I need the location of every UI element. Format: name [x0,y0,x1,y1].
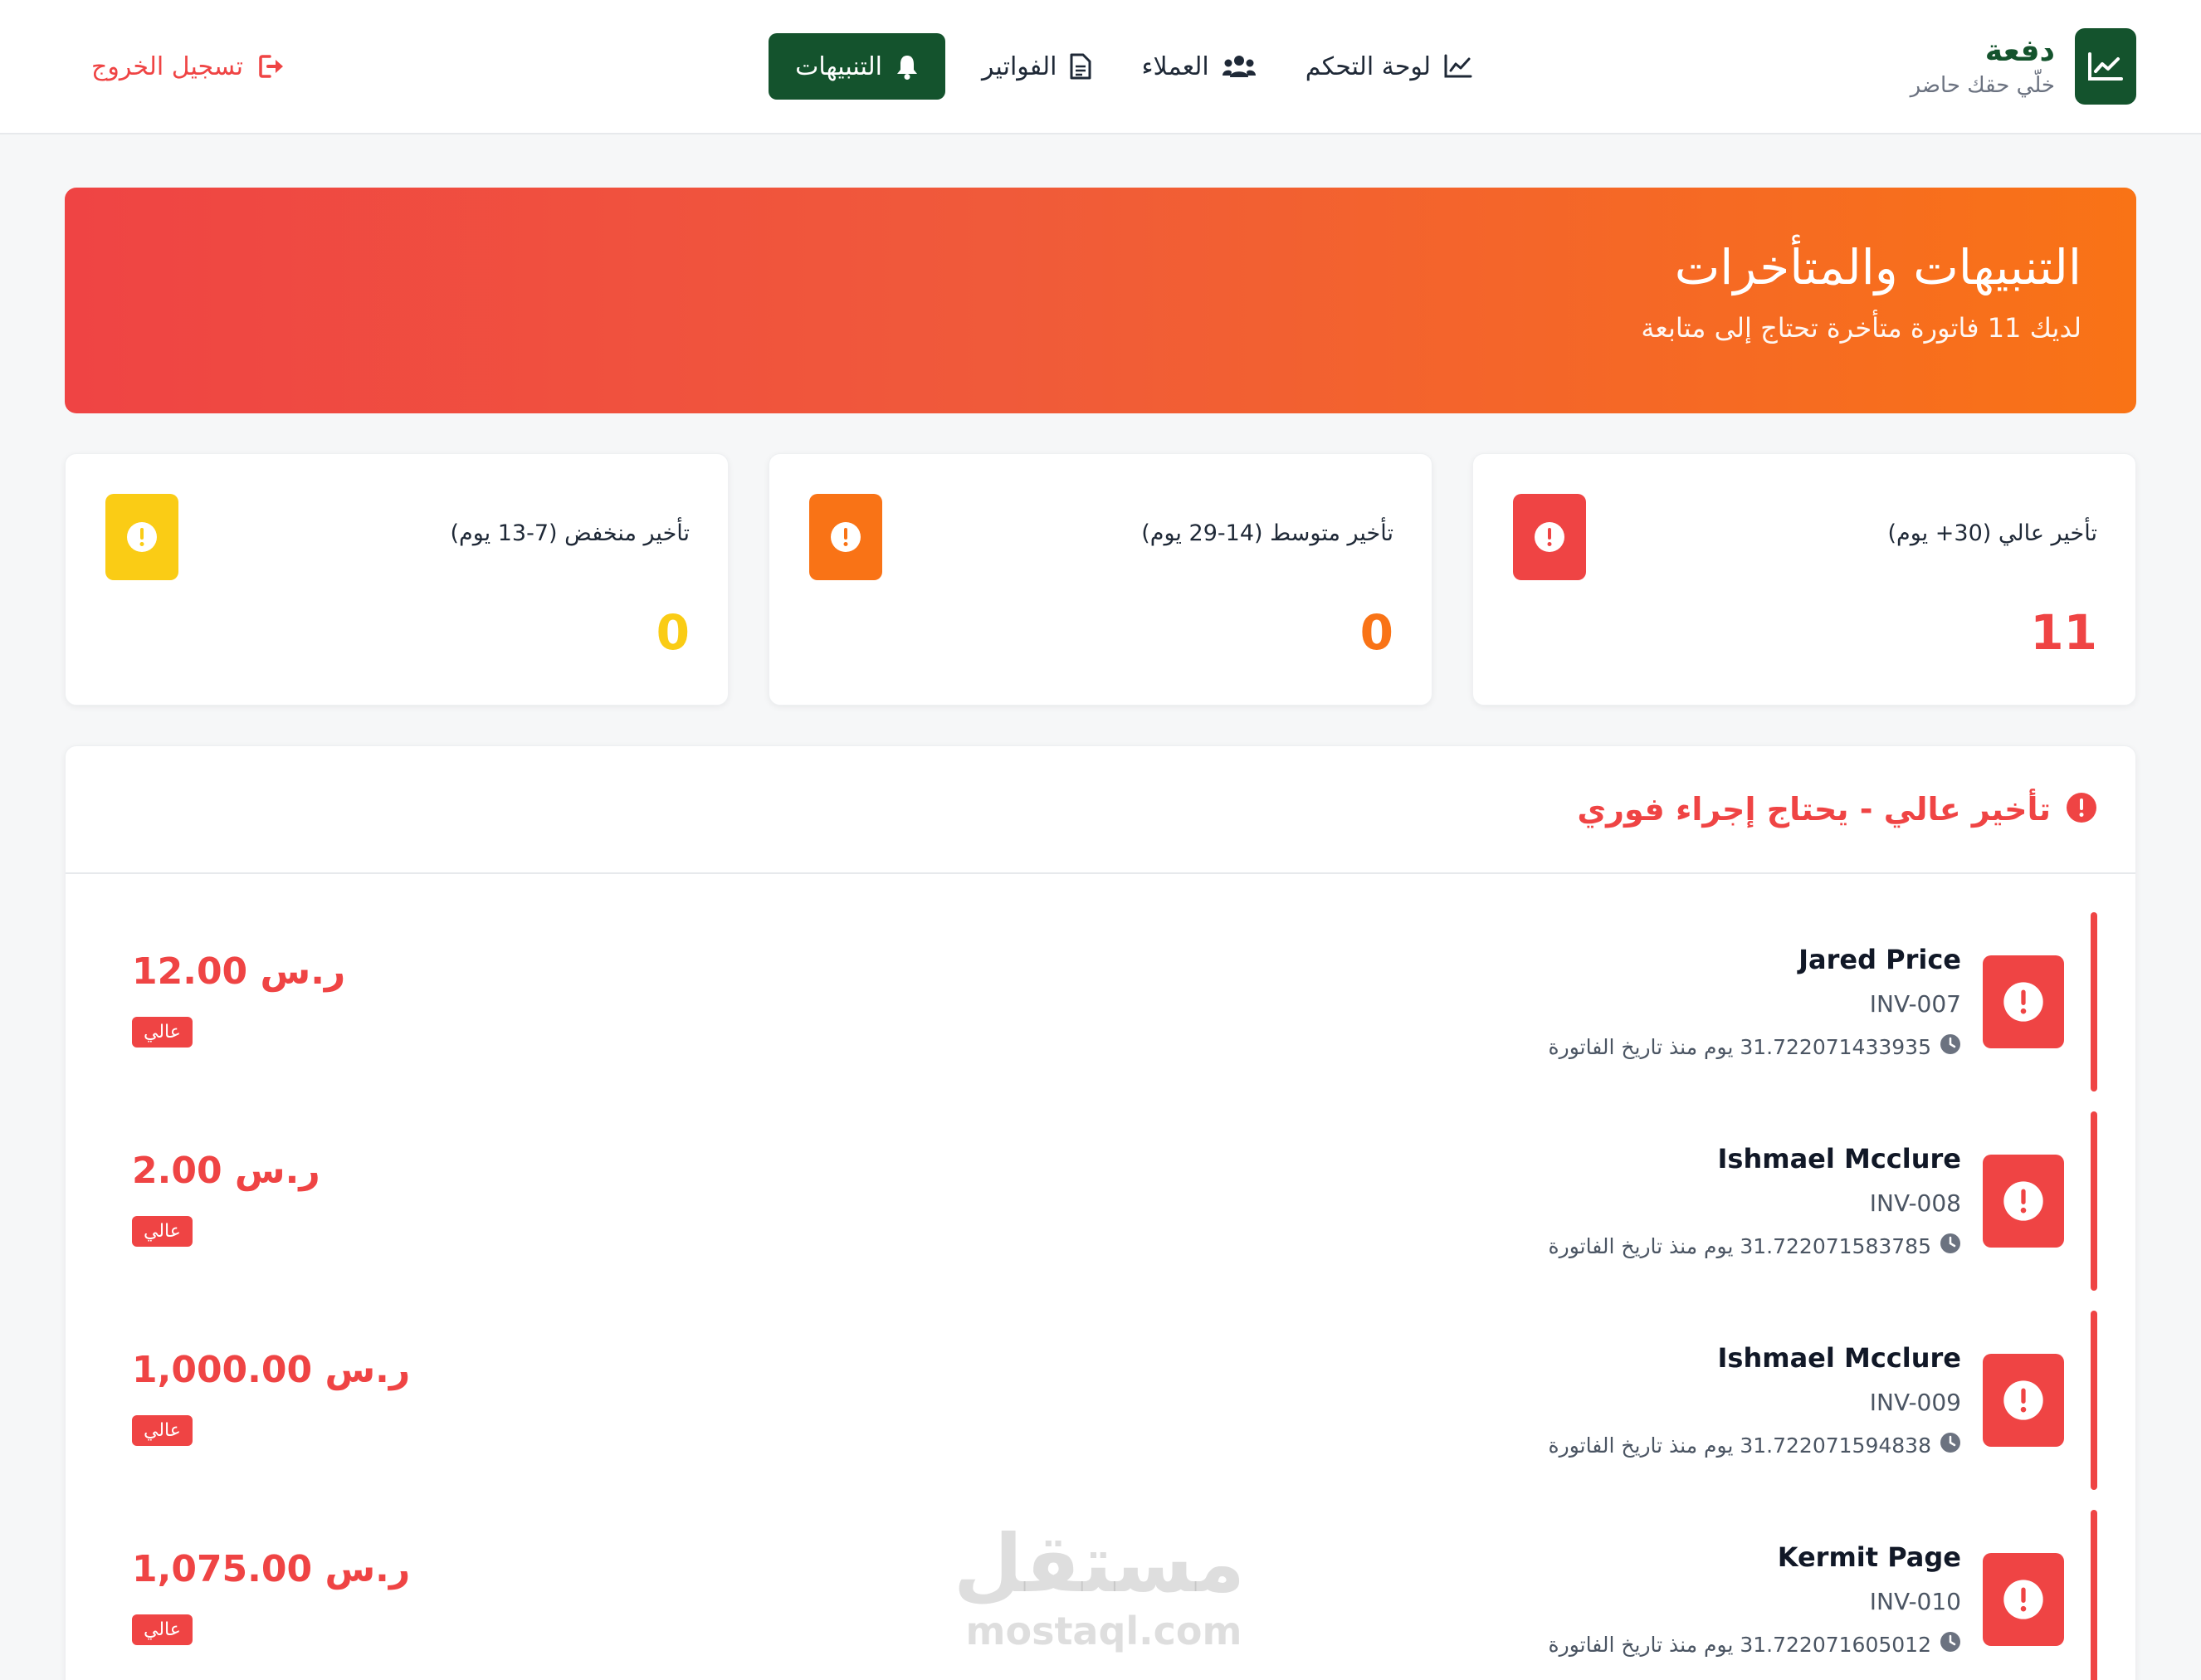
days-overdue-text: 31.722071594838 يوم منذ تاريخ الفاتورة [1548,1433,1931,1458]
invoice-number[interactable]: INV-007 [1870,990,1961,1018]
exclamation-circle-icon [105,494,178,580]
client-name[interactable]: Jared Price [1798,944,1961,975]
severity-bar [2091,912,2097,1092]
nav-clients[interactable]: العملاء [1116,33,1280,100]
stat-label: تأخير عالي (30+ يوم) [1887,520,2097,546]
invoice-number[interactable]: INV-010 [1870,1588,1961,1615]
bell-icon [896,53,919,80]
invoice-amount: 2.00 ر.س [132,1150,320,1192]
exclamation-circle-icon [1513,494,1586,580]
section-header: تأخير عالي - يحتاج إجراء فوري [66,746,2135,874]
stat-label: تأخير متوسط (14-29 يوم) [1141,520,1393,546]
clock-icon [1940,1631,1961,1658]
exclamation-circle-icon [1983,955,2064,1048]
days-overdue: 31.722071583785 يوم منذ تاريخ الفاتورة [1549,1233,1961,1259]
chart-line-icon [1444,54,1472,79]
clock-icon [1940,1033,1961,1060]
exclamation-circle-icon [809,494,882,580]
exclamation-circle-icon [2066,792,2097,827]
days-overdue-text: 31.722071605012 يوم منذ تاريخ الفاتورة [1548,1632,1931,1657]
list-item[interactable]: Jared Price INV-007 31.722071433935 يوم … [66,912,2135,1092]
list-item[interactable]: Ishmael Mcclure INV-008 31.722071583785 … [66,1111,2135,1291]
exclamation-circle-icon [1983,1155,2064,1248]
days-overdue: 31.722071594838 يوم منذ تاريخ الفاتورة [1549,1432,1961,1458]
nav-invoices-label: الفواتير [982,51,1057,81]
stat-value: 11 [2030,604,2097,661]
stat-value: 0 [656,604,690,661]
invoice-amount: 1,075.00 ر.س [132,1548,411,1590]
stat-card-high: تأخير عالي (30+ يوم) 11 [1472,453,2136,706]
logout-button[interactable]: تسجيل الخروج [91,33,286,100]
exclamation-circle-icon [1983,1354,2064,1447]
days-overdue-text: 31.722071433935 يوم منذ تاريخ الفاتورة [1548,1034,1931,1059]
list-item[interactable]: Ishmael Mcclure INV-009 31.722071594838 … [66,1311,2135,1490]
invoice-amount: 12.00 ر.س [132,950,346,993]
severity-bar [2091,1311,2097,1490]
document-icon [1070,53,1091,80]
stat-value: 0 [1359,604,1393,661]
nav-dashboard[interactable]: لوحة التحكم [1281,33,1497,100]
stat-card-low: تأخير منخفض (7-13 يوم) 0 [65,453,729,706]
severity-badge: عالي [132,1614,193,1645]
nav-invoices[interactable]: الفواتير [957,33,1116,100]
section-title: تأخير عالي - يحتاج إجراء فوري [1577,791,2051,828]
severity-badge: عالي [132,1216,193,1247]
severity-badge: عالي [132,1017,193,1048]
nav-dashboard-label: لوحة التحكم [1305,51,1431,81]
page-subtitle: لديك 11 فاتورة متأخرة تحتاج إلى متابعة [1641,311,2081,344]
chart-line-icon [2075,28,2136,105]
users-icon [1222,54,1256,79]
invoice-number[interactable]: INV-008 [1870,1189,1961,1217]
invoice-number[interactable]: INV-009 [1870,1389,1961,1416]
days-overdue: 31.722071433935 يوم منذ تاريخ الفاتورة [1549,1033,1961,1060]
page-title: التنبيهات والمتأخرات [1674,239,2081,295]
alerts-hero-banner: التنبيهات والمتأخرات لديك 11 فاتورة متأخ… [65,188,2136,413]
watermark-arabic: مستقل [953,1517,1245,1610]
exclamation-circle-icon [1983,1553,2064,1646]
main-nav: لوحة التحكم العملاء الفواتير التنبيهات [769,33,1497,100]
clock-icon [1940,1432,1961,1458]
nav-clients-label: العملاء [1141,51,1209,81]
stats-row: تأخير عالي (30+ يوم) 11 تأخير متوسط (14-… [65,453,2136,706]
top-navbar: دفعة خلّي حقك حاضر لوحة التحكم العملاء ا… [0,0,2201,134]
nav-alerts-label: التنبيهات [795,51,882,81]
stat-label: تأخير منخفض (7-13 يوم) [450,520,690,546]
watermark: مستقل mostaql.com [953,1517,1245,1653]
brand-name: دفعة [1984,33,2055,68]
stat-card-medium: تأخير متوسط (14-29 يوم) 0 [769,453,1432,706]
severity-bar [2091,1111,2097,1291]
severity-bar [2091,1510,2097,1680]
client-name[interactable]: Ishmael Mcclure [1718,1342,1962,1374]
severity-badge: عالي [132,1415,193,1446]
brand-tagline: خلّي حقك حاضر [1910,72,2055,98]
logout-label: تسجيل الخروج [91,51,244,81]
days-overdue: 31.722071605012 يوم منذ تاريخ الفاتورة [1549,1631,1961,1658]
client-name[interactable]: Ishmael Mcclure [1718,1143,1962,1175]
brand[interactable]: دفعة خلّي حقك حاضر [1911,28,2136,105]
invoice-amount: 1,000.00 ر.س [132,1349,411,1391]
client-name[interactable]: Kermit Page [1778,1541,1961,1573]
days-overdue-text: 31.722071583785 يوم منذ تاريخ الفاتورة [1548,1233,1931,1258]
clock-icon [1940,1233,1961,1259]
nav-alerts[interactable]: التنبيهات [769,33,945,100]
watermark-latin: mostaql.com [965,1609,1242,1653]
sign-out-icon [258,54,286,79]
